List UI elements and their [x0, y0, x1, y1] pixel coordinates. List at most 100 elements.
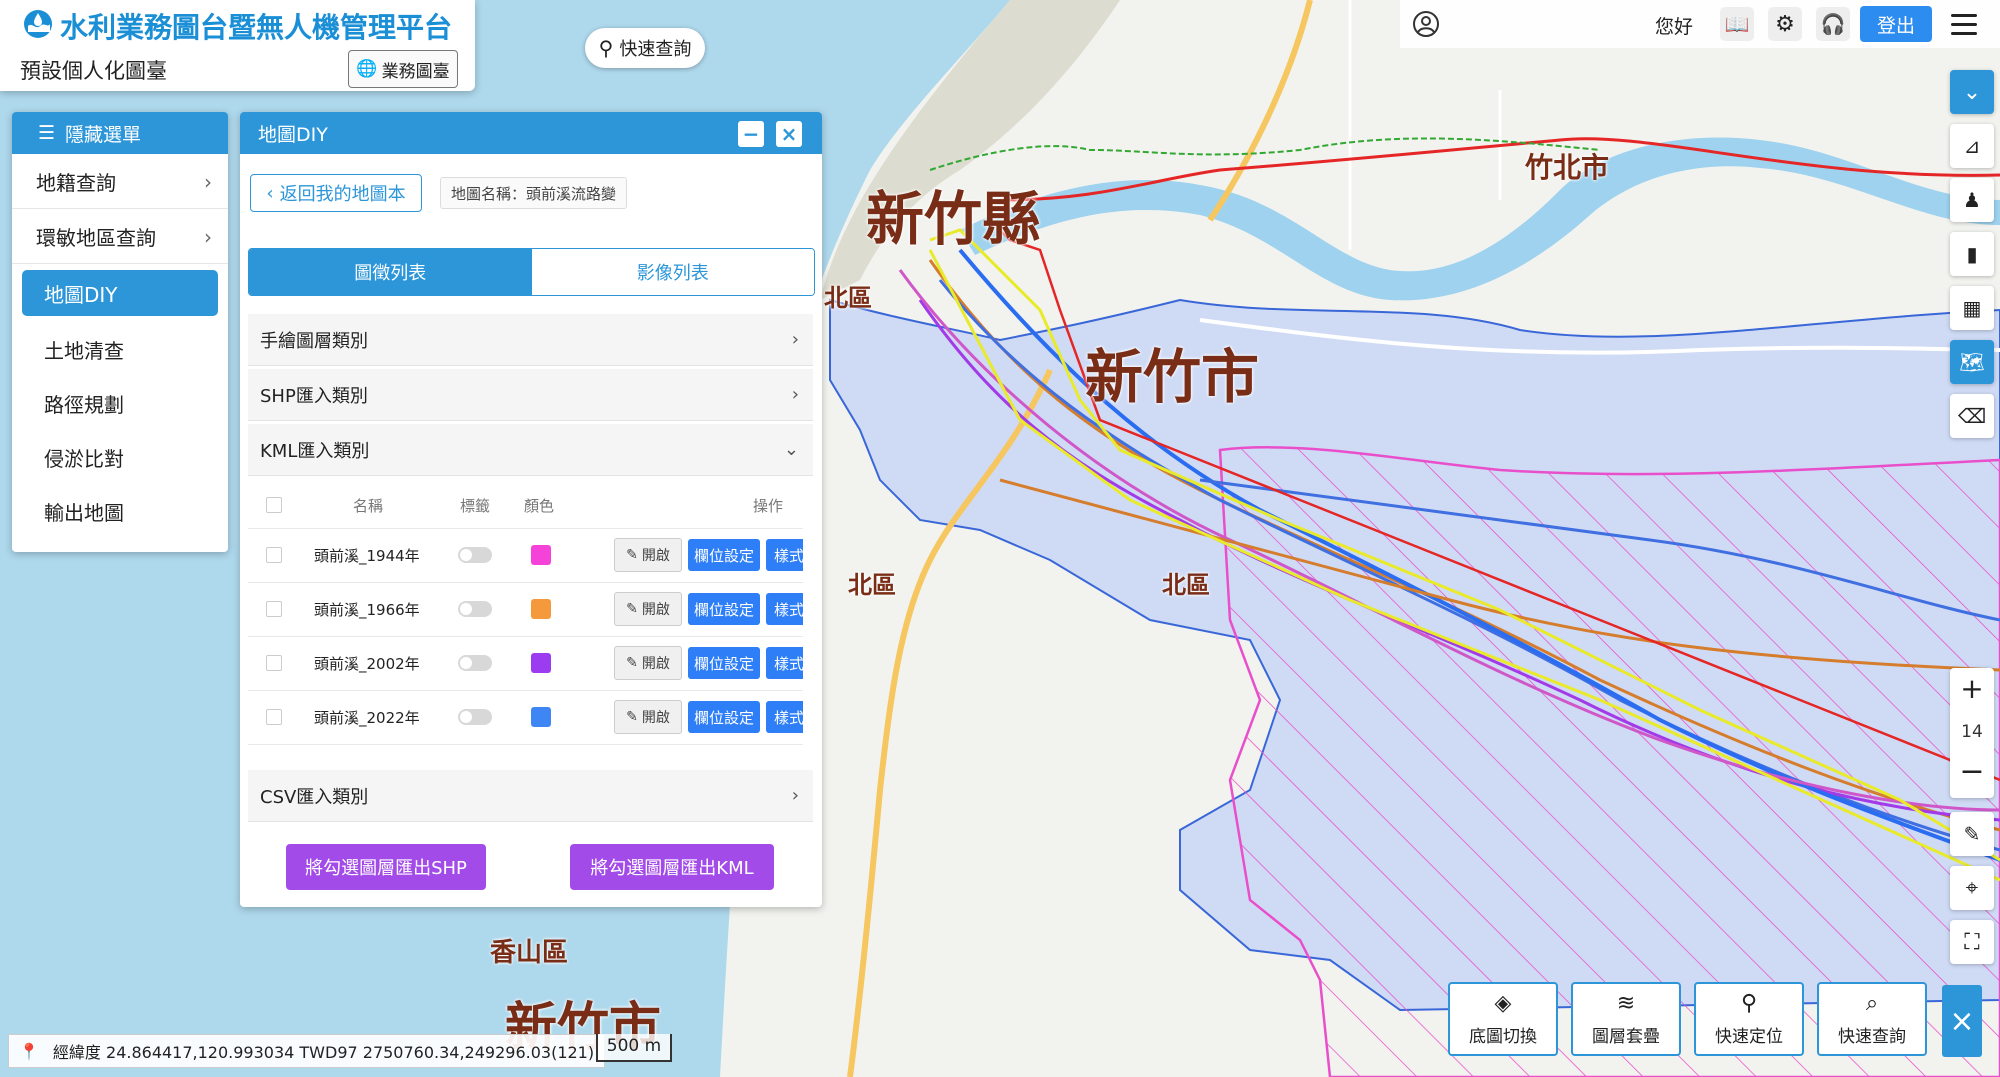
layer-name: 頭前溪_1944年: [314, 546, 420, 565]
category-csv-import[interactable]: CSV匯入類別 ›: [248, 770, 813, 822]
panel-tabs: 圖徵列表 影像列表: [248, 248, 815, 296]
close-button[interactable]: ×: [776, 121, 802, 147]
open-label: 開啟: [641, 710, 670, 726]
open-button[interactable]: ✎ 開啟: [614, 646, 682, 680]
open-button[interactable]: ✎ 開啟: [614, 592, 682, 626]
export-shp-button[interactable]: 將勾選圖層匯出SHP: [286, 844, 486, 890]
style-button[interactable]: 樣式: [766, 539, 803, 571]
field-settings-button[interactable]: 欄位設定: [688, 701, 760, 733]
bookmark-button[interactable]: ▮: [1950, 232, 1994, 276]
field-settings-button[interactable]: 欄位設定: [688, 647, 760, 679]
field-settings-button[interactable]: 欄位設定: [688, 593, 760, 625]
map-label-north-district-3: 北區: [824, 284, 872, 312]
support-button[interactable]: 🎧: [1816, 7, 1850, 41]
close-tools-button[interactable]: ×: [1942, 985, 1982, 1057]
row-checkbox[interactable]: [266, 547, 282, 563]
open-button[interactable]: ✎ 開啟: [614, 538, 682, 572]
measure-tool-button[interactable]: ⊿: [1950, 124, 1994, 168]
menu-item-label: 輸出地圖: [44, 500, 124, 525]
pencil-icon: ✎: [626, 655, 638, 671]
close-icon: ×: [1949, 1003, 1975, 1039]
row-checkbox[interactable]: [266, 709, 282, 725]
logout-button[interactable]: 登出: [1860, 6, 1932, 42]
quick-query-button[interactable]: ⌕ 快速查詢: [1817, 982, 1927, 1056]
category-label: CSV匯入類別: [260, 786, 369, 808]
menu-item-sensitive-area-query[interactable]: 環敏地區查詢 ›: [12, 209, 228, 264]
tab-image-list[interactable]: 影像列表: [531, 249, 814, 295]
map-label-north-district: 北區: [848, 571, 896, 599]
label-toggle[interactable]: [458, 547, 492, 563]
layer-name: 頭前溪_1966年: [314, 600, 420, 619]
hamburger-icon: ☰: [38, 122, 56, 144]
layer-overlay-button[interactable]: ≋ 圖層套疊: [1571, 982, 1681, 1056]
label-toggle[interactable]: [458, 601, 492, 617]
manual-book-button[interactable]: 📖: [1720, 7, 1754, 41]
collapse-toolbar-button[interactable]: ⌄: [1950, 70, 1994, 114]
row-checkbox[interactable]: [266, 601, 282, 617]
main-menu-button[interactable]: [1944, 8, 1984, 40]
fullscreen-button[interactable]: ⛶: [1950, 920, 1994, 964]
chevron-right-icon: ›: [791, 329, 799, 350]
style-button[interactable]: 樣式: [766, 647, 803, 679]
label-toggle[interactable]: [458, 709, 492, 725]
settings-button[interactable]: ⚙: [1768, 7, 1802, 41]
column-header-actions: 操作: [753, 496, 784, 515]
bookmark-icon: ▮: [1966, 242, 1978, 266]
pencil-icon: ✎: [626, 601, 638, 617]
map-compare-button[interactable]: ▦: [1950, 286, 1994, 330]
category-hand-drawn[interactable]: 手繪圖層類別 ›: [248, 314, 813, 366]
headset-icon: 🎧: [1820, 12, 1846, 36]
menu-item-export-map[interactable]: 輸出地圖: [12, 484, 228, 538]
panel-title: 地圖DIY: [258, 123, 328, 146]
eraser-icon: ⌫: [1957, 404, 1987, 428]
category-kml-import[interactable]: KML匯入類別 ⌄: [248, 424, 813, 476]
menu-item-route-planning[interactable]: 路徑規劃: [12, 376, 228, 430]
app-title: 水利業務圖台暨無人機管理平台: [60, 11, 453, 44]
compass-button[interactable]: ✎: [1950, 812, 1994, 856]
row-checkbox[interactable]: [266, 655, 282, 671]
hide-menu-label: 隱藏選單: [65, 123, 142, 146]
table-row: 頭前溪_2002年 ✎ 開啟 欄位設定 樣式: [248, 636, 803, 691]
hide-menu-toggle[interactable]: ☰ 隱藏選單: [12, 112, 228, 154]
open-label: 開啟: [641, 656, 670, 672]
label-toggle[interactable]: [458, 655, 492, 671]
business-map-button[interactable]: 🌐 業務圖臺: [348, 50, 458, 88]
menu-item-land-inventory[interactable]: 土地清查: [12, 322, 228, 376]
field-settings-button[interactable]: 欄位設定: [688, 539, 760, 571]
eraser-button[interactable]: ⌫: [1950, 394, 1994, 438]
color-swatch[interactable]: [531, 545, 551, 565]
tool-label: 快速定位: [1715, 1027, 1783, 1047]
tool-label: 底圖切換: [1469, 1027, 1537, 1047]
menu-item-map-diy[interactable]: 地圖DIY: [22, 270, 218, 316]
column-header-name: 名稱: [353, 496, 384, 515]
zoom-out-button[interactable]: −: [1950, 754, 1994, 789]
minimize-button[interactable]: −: [738, 121, 764, 147]
export-kml-button[interactable]: 將勾選圖層匯出KML: [570, 844, 774, 890]
color-swatch[interactable]: [531, 707, 551, 727]
layer-name: 頭前溪_2022年: [314, 708, 420, 727]
compass-needle-icon: ✎: [1963, 822, 1981, 846]
style-button[interactable]: 樣式: [766, 593, 803, 625]
location-pin-icon: ⚲: [1740, 991, 1758, 1016]
coordinate-text: 經緯度 24.864417,120.993034 TWD97 2750760.3…: [52, 1043, 595, 1062]
tab-feature-list[interactable]: 圖徵列表: [249, 249, 532, 295]
locate-me-button[interactable]: ⌖: [1950, 866, 1994, 910]
user-icon[interactable]: [1412, 10, 1440, 38]
open-button[interactable]: ✎ 開啟: [614, 700, 682, 734]
color-swatch[interactable]: [531, 599, 551, 619]
select-all-checkbox[interactable]: [266, 497, 282, 513]
map-pin-icon: ⚲: [598, 36, 614, 60]
menu-item-cadastral-query[interactable]: 地籍查詢 ›: [12, 154, 228, 209]
map-book-button[interactable]: 🗺: [1950, 340, 1994, 384]
category-shp-import[interactable]: SHP匯入類別 ›: [248, 369, 813, 421]
quick-search-button[interactable]: ⚲ 快速查詢: [585, 28, 705, 68]
style-button[interactable]: 樣式: [766, 701, 803, 733]
zoom-in-button[interactable]: +: [1950, 672, 1994, 705]
street-view-button[interactable]: ♟: [1950, 178, 1994, 222]
basemap-switch-button[interactable]: ◈ 底圖切換: [1448, 982, 1558, 1056]
back-to-my-maps-button[interactable]: ‹ 返回我的地圖本: [250, 174, 422, 212]
magnifier-icon: ⌕: [1865, 991, 1879, 1016]
quick-locate-button[interactable]: ⚲ 快速定位: [1694, 982, 1804, 1056]
color-swatch[interactable]: [531, 653, 551, 673]
menu-item-erosion-comparison[interactable]: 侵淤比對: [12, 430, 228, 484]
